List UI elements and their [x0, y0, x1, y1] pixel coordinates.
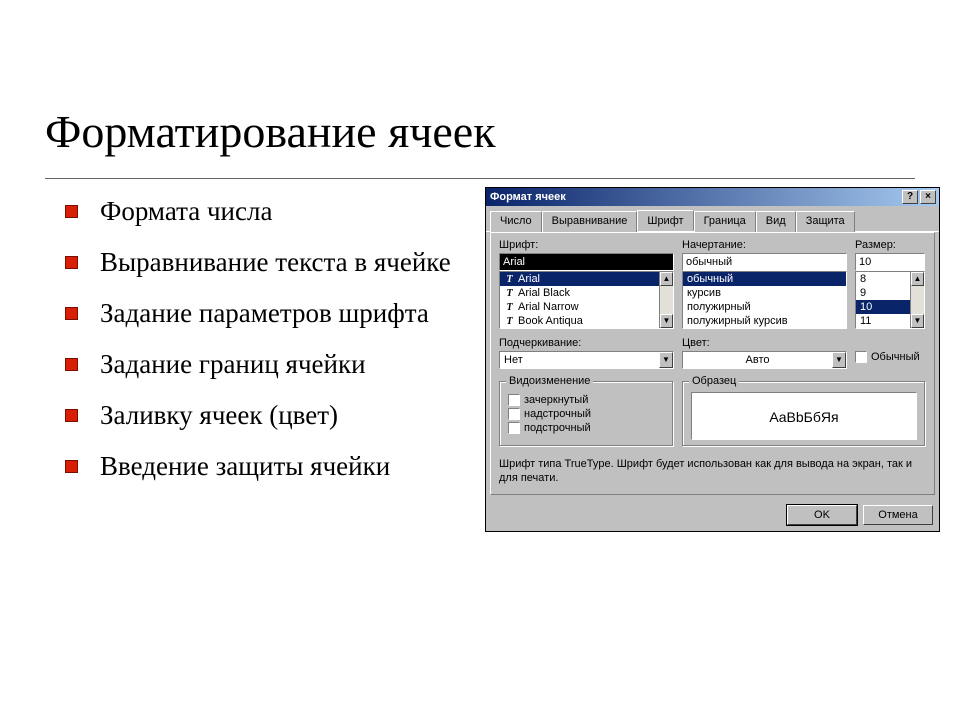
bullet-list: Формата числа Выравнивание текста в ячей…	[65, 195, 460, 501]
dialog-titlebar[interactable]: Формат ячеек ? ×	[486, 188, 939, 206]
truetype-icon: T	[504, 316, 515, 327]
style-input[interactable]: обычный	[682, 253, 847, 271]
tab-alignment[interactable]: Выравнивание	[542, 211, 638, 232]
bullet-item: Формата числа	[65, 195, 460, 228]
bullet-text: Формата числа	[100, 195, 272, 228]
bullet-icon	[65, 358, 78, 371]
footnote: Шрифт типа TrueType. Шрифт будет использ…	[499, 457, 926, 486]
style-list-item[interactable]: полужирный	[683, 300, 846, 314]
normal-font-label: Обычный	[871, 351, 920, 363]
tab-protection[interactable]: Защита	[796, 211, 855, 232]
scroll-down-icon[interactable]: ▼	[911, 314, 924, 328]
font-input[interactable]: Arial	[499, 253, 674, 271]
checkbox-icon	[508, 408, 520, 420]
font-list-item[interactable]: Book Antiqua	[518, 315, 583, 327]
effects-group: Видоизменение зачеркнутый надстрочный по…	[499, 381, 674, 447]
style-list-item[interactable]: курсив	[683, 286, 846, 300]
underline-value: Нет	[500, 352, 659, 368]
format-cells-dialog: Формат ячеек ? × Число Выравнивание Шриф…	[485, 187, 940, 532]
size-label: Размер:	[855, 239, 925, 251]
style-label: Начертание:	[682, 239, 847, 251]
tab-number[interactable]: Число	[490, 211, 542, 232]
style-list-item[interactable]: полужирный курсив	[683, 314, 846, 328]
strike-checkbox[interactable]: зачеркнутый	[508, 394, 665, 406]
scrollbar[interactable]: ▲▼	[910, 272, 924, 328]
color-label: Цвет:	[682, 337, 847, 349]
bullet-text: Задание параметров шрифта	[100, 297, 429, 330]
preview-box: AaBbБбЯя	[691, 392, 917, 440]
scroll-down-icon[interactable]: ▼	[660, 314, 673, 328]
scroll-up-icon[interactable]: ▲	[660, 272, 673, 286]
close-button[interactable]: ×	[920, 190, 936, 204]
underline-dropdown[interactable]: Нет ▼	[499, 351, 674, 369]
tabs: Число Выравнивание Шрифт Граница Вид Защ…	[486, 206, 939, 232]
bullet-text: Заливку ячеек (цвет)	[100, 399, 338, 432]
font-label: Шрифт:	[499, 239, 674, 251]
dialog-title: Формат ячеек	[490, 191, 900, 203]
help-button[interactable]: ?	[902, 190, 918, 204]
tab-border[interactable]: Граница	[694, 211, 756, 232]
style-list[interactable]: обычный курсив полужирный полужирный кур…	[682, 271, 847, 329]
size-input[interactable]: 10	[855, 253, 925, 271]
slide-title: Форматирование ячеек	[45, 105, 496, 158]
bullet-item: Заливку ячеек (цвет)	[65, 399, 460, 432]
empty-label	[855, 337, 940, 349]
preview-group: Образец AaBbБбЯя	[682, 381, 926, 447]
normal-font-checkbox[interactable]: Обычный	[855, 351, 940, 363]
font-list-item[interactable]: Arial	[518, 273, 540, 285]
size-list[interactable]: 8 9 10 11 ▲▼	[855, 271, 925, 329]
bullet-item: Задание параметров шрифта	[65, 297, 460, 330]
superscript-checkbox[interactable]: надстрочный	[508, 408, 665, 420]
tab-pattern[interactable]: Вид	[756, 211, 796, 232]
bullet-text: Введение защиты ячейки	[100, 450, 390, 483]
truetype-icon: T	[504, 274, 515, 285]
bullet-icon	[65, 256, 78, 269]
bullet-item: Введение защиты ячейки	[65, 450, 460, 483]
cancel-button[interactable]: Отмена	[863, 505, 933, 525]
font-list-item[interactable]: Arial Narrow	[518, 301, 579, 313]
chevron-down-icon[interactable]: ▼	[659, 352, 673, 368]
color-value: Авто	[683, 352, 832, 368]
bullet-icon	[65, 460, 78, 473]
bullet-text: Задание границ ячейки	[100, 348, 366, 381]
bullet-item: Задание границ ячейки	[65, 348, 460, 381]
underline-label: Подчеркивание:	[499, 337, 674, 349]
bullet-item: Выравнивание текста в ячейке	[65, 246, 460, 279]
scroll-up-icon[interactable]: ▲	[911, 272, 924, 286]
style-list-item[interactable]: обычный	[683, 272, 846, 286]
checkbox-icon	[855, 351, 867, 363]
tab-body-font: Шрифт: Arial TArial TArial Black TArial …	[490, 232, 935, 495]
scrollbar[interactable]: ▲▼	[659, 272, 673, 328]
chevron-down-icon[interactable]: ▼	[832, 352, 846, 368]
subscript-checkbox[interactable]: подстрочный	[508, 422, 665, 434]
font-list[interactable]: TArial TArial Black TArial Narrow TBook …	[499, 271, 674, 329]
tab-font[interactable]: Шрифт	[637, 210, 693, 231]
title-rule	[45, 178, 915, 179]
dialog-buttons: OK Отмена	[486, 499, 939, 531]
subscript-label: подстрочный	[524, 422, 591, 434]
strike-label: зачеркнутый	[524, 394, 588, 406]
bullet-text: Выравнивание текста в ячейке	[100, 246, 451, 279]
checkbox-icon	[508, 394, 520, 406]
ok-button[interactable]: OK	[787, 505, 857, 525]
preview-title: Образец	[689, 375, 739, 387]
truetype-icon: T	[504, 288, 515, 299]
checkbox-icon	[508, 422, 520, 434]
superscript-label: надстрочный	[524, 408, 591, 420]
bullet-icon	[65, 307, 78, 320]
effects-title: Видоизменение	[506, 375, 593, 387]
color-dropdown[interactable]: Авто ▼	[682, 351, 847, 369]
bullet-icon	[65, 205, 78, 218]
truetype-icon: T	[504, 302, 515, 313]
bullet-icon	[65, 409, 78, 422]
font-list-item[interactable]: Arial Black	[518, 287, 570, 299]
